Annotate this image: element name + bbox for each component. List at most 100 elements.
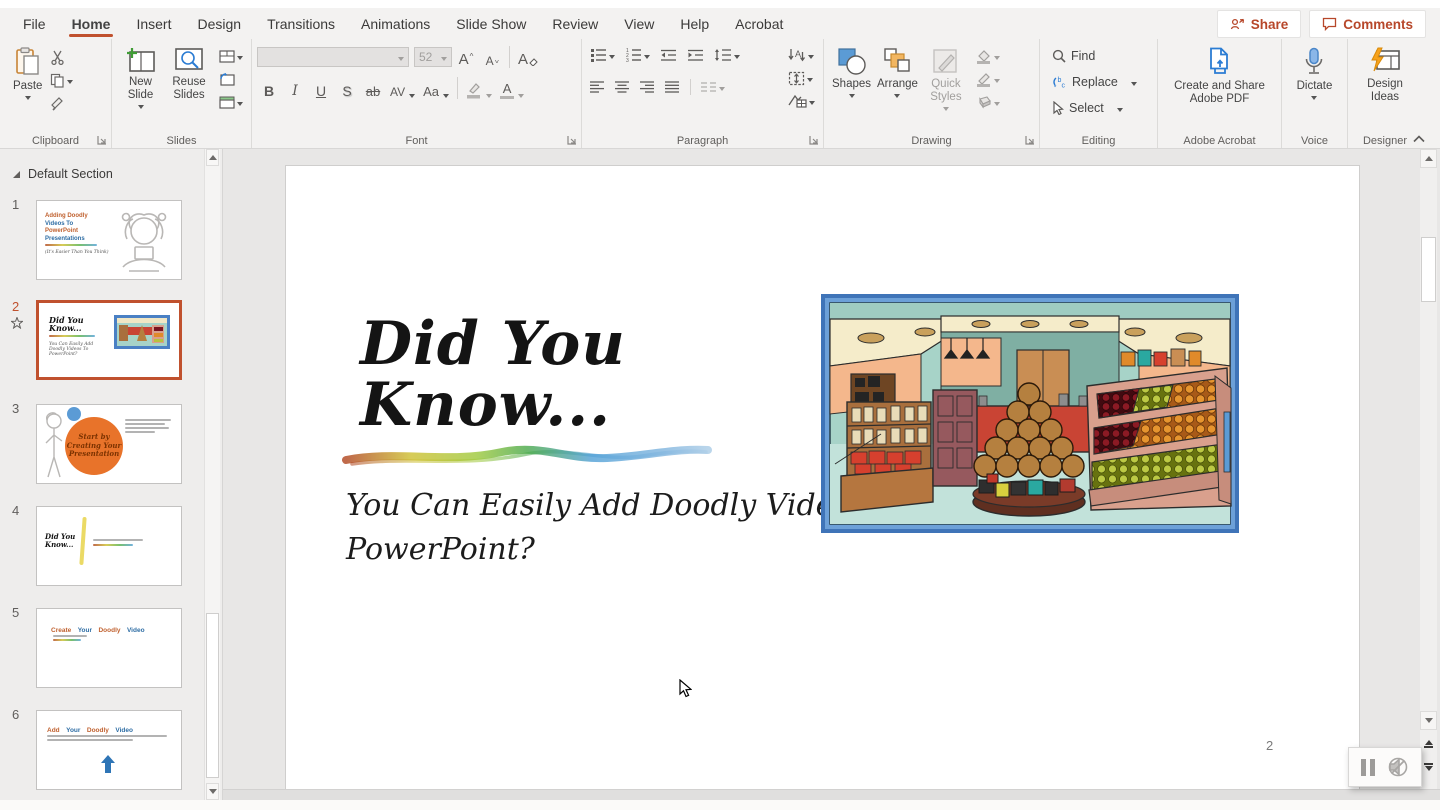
thumbnail-scrollbar[interactable]: [204, 149, 220, 800]
tab-insert[interactable]: Insert: [123, 8, 184, 39]
tab-slide-show[interactable]: Slide Show: [443, 8, 539, 39]
bold-button[interactable]: B: [257, 76, 281, 100]
tab-transitions[interactable]: Transitions: [254, 8, 348, 39]
font-color-button[interactable]: A: [497, 76, 527, 100]
create-share-pdf-button[interactable]: Create and Share Adobe PDF: [1163, 45, 1276, 108]
watercolor-swash[interactable]: [342, 438, 712, 472]
increase-indent-button[interactable]: [684, 45, 707, 65]
numbering-button[interactable]: 123: [622, 45, 653, 65]
tab-view[interactable]: View: [611, 8, 667, 39]
shrink-font-button[interactable]: A^: [480, 45, 504, 69]
replace-button[interactable]: bc Replace: [1052, 71, 1137, 93]
thumbnail-scroll-up-button[interactable]: [206, 149, 219, 166]
main-scrollbar-thumb[interactable]: [1421, 237, 1436, 302]
shape-fill-button[interactable]: [973, 46, 1003, 66]
reset-slide-button[interactable]: [216, 69, 246, 89]
scroll-up-button[interactable]: [1420, 149, 1437, 168]
quick-styles-icon: [931, 47, 961, 75]
cut-button[interactable]: [47, 47, 76, 67]
copy-button[interactable]: [47, 70, 76, 90]
clipboard-dialog-launcher[interactable]: [97, 135, 107, 145]
new-slide-dropdown[interactable]: [138, 105, 144, 109]
previous-slide-button[interactable]: [1420, 734, 1437, 753]
shapes-dropdown[interactable]: [849, 94, 855, 98]
select-button[interactable]: Select: [1052, 97, 1137, 119]
grow-font-button[interactable]: A^: [454, 45, 478, 69]
italic-button[interactable]: I: [283, 76, 307, 100]
shape-effects-button[interactable]: [973, 92, 1003, 112]
paragraph-dialog-launcher[interactable]: [809, 135, 819, 145]
paste-dropdown[interactable]: [25, 96, 31, 100]
tab-home[interactable]: Home: [59, 8, 124, 39]
justify-button[interactable]: [662, 77, 683, 97]
mute-button[interactable]: [1387, 757, 1409, 777]
shape-outline-button[interactable]: [973, 69, 1003, 89]
dictate-button[interactable]: Dictate: [1294, 45, 1336, 102]
store-illustration[interactable]: [821, 294, 1239, 533]
tab-help[interactable]: Help: [667, 8, 722, 39]
columns-button[interactable]: [698, 77, 728, 97]
align-text-button[interactable]: [785, 68, 818, 88]
paste-button[interactable]: Paste: [10, 45, 45, 102]
quick-styles-button[interactable]: Quick Styles: [921, 45, 971, 113]
tab-design[interactable]: Design: [184, 8, 254, 39]
align-left-button[interactable]: [587, 77, 608, 97]
format-painter-button[interactable]: [47, 93, 76, 113]
tab-review[interactable]: Review: [539, 8, 611, 39]
font-name-combo[interactable]: [257, 47, 409, 67]
strikethrough-button[interactable]: ab: [361, 76, 385, 100]
slide-canvas[interactable]: Did You Know... You Can Easily Add Doodl…: [285, 165, 1360, 790]
horizontal-scroll-strip[interactable]: [223, 789, 1440, 800]
section-button[interactable]: [216, 92, 246, 112]
tab-acrobat[interactable]: Acrobat: [722, 8, 796, 39]
tab-animations[interactable]: Animations: [348, 8, 443, 39]
clear-formatting-button[interactable]: A: [515, 45, 541, 69]
convert-smartart-button[interactable]: [785, 91, 818, 111]
slide-1-thumbnail[interactable]: Adding Doodly Videos To PowerPoint Prese…: [36, 200, 182, 280]
next-slide-button[interactable]: [1420, 757, 1437, 776]
reuse-slides-button[interactable]: Reuse Slides: [164, 45, 214, 104]
find-button[interactable]: Find: [1052, 45, 1137, 67]
new-slide-button[interactable]: New Slide: [117, 45, 164, 111]
section-header[interactable]: Default Section: [12, 167, 113, 181]
bullets-button[interactable]: [587, 45, 618, 65]
share-button[interactable]: Share: [1217, 10, 1302, 38]
text-shadow-button[interactable]: S: [335, 76, 359, 100]
select-icon: [1052, 101, 1064, 115]
decrease-indent-button[interactable]: [657, 45, 680, 65]
animation-star-icon[interactable]: [11, 317, 23, 329]
collapse-ribbon-button[interactable]: [1412, 134, 1426, 143]
character-spacing-button[interactable]: AV: [387, 76, 418, 100]
arrange-dropdown[interactable]: [894, 94, 900, 98]
dictate-dropdown[interactable]: [1311, 96, 1317, 100]
slide-4-thumbnail[interactable]: Did You Know...: [36, 506, 182, 586]
font-size-combo[interactable]: 52: [414, 47, 452, 67]
scroll-down-button[interactable]: [1420, 711, 1437, 730]
slide-5-thumbnail[interactable]: Create Your Doodly Video: [36, 608, 182, 688]
main-scrollbar[interactable]: [1420, 149, 1437, 800]
font-dialog-launcher[interactable]: [567, 135, 577, 145]
arrange-button[interactable]: Arrange: [874, 45, 921, 100]
change-case-button[interactable]: Aa: [420, 76, 452, 100]
underline-button[interactable]: U: [309, 76, 333, 100]
group-font: 52 A^ A^ A B I U S ab: [252, 39, 582, 148]
design-ideas-button[interactable]: Design Ideas: [1357, 45, 1413, 106]
slide-title-textbox[interactable]: Did You Know...: [360, 314, 626, 436]
thumbnail-scroll-down-button[interactable]: [206, 783, 219, 800]
align-right-button[interactable]: [637, 77, 658, 97]
text-direction-button[interactable]: A: [785, 45, 818, 65]
slide-layout-button[interactable]: [216, 46, 246, 66]
drawing-dialog-launcher[interactable]: [1025, 135, 1035, 145]
line-spacing-button[interactable]: [711, 45, 743, 65]
shapes-button[interactable]: Shapes: [829, 45, 874, 100]
slide-3-thumbnail[interactable]: Start by Creating Your Presentation: [36, 404, 182, 484]
tab-file[interactable]: File: [10, 8, 59, 39]
align-right-icon: [640, 81, 655, 93]
comments-button[interactable]: Comments: [1309, 10, 1426, 38]
pause-button[interactable]: [1361, 759, 1375, 776]
text-highlight-button[interactable]: [463, 76, 495, 100]
slide-2-thumbnail[interactable]: Did You Know... You Can Easily Add Doodl…: [36, 300, 182, 380]
slide-6-thumbnail[interactable]: Add Your Doodly Video: [36, 710, 182, 790]
thumbnail-scrollbar-thumb[interactable]: [206, 613, 219, 778]
align-center-button[interactable]: [612, 77, 633, 97]
